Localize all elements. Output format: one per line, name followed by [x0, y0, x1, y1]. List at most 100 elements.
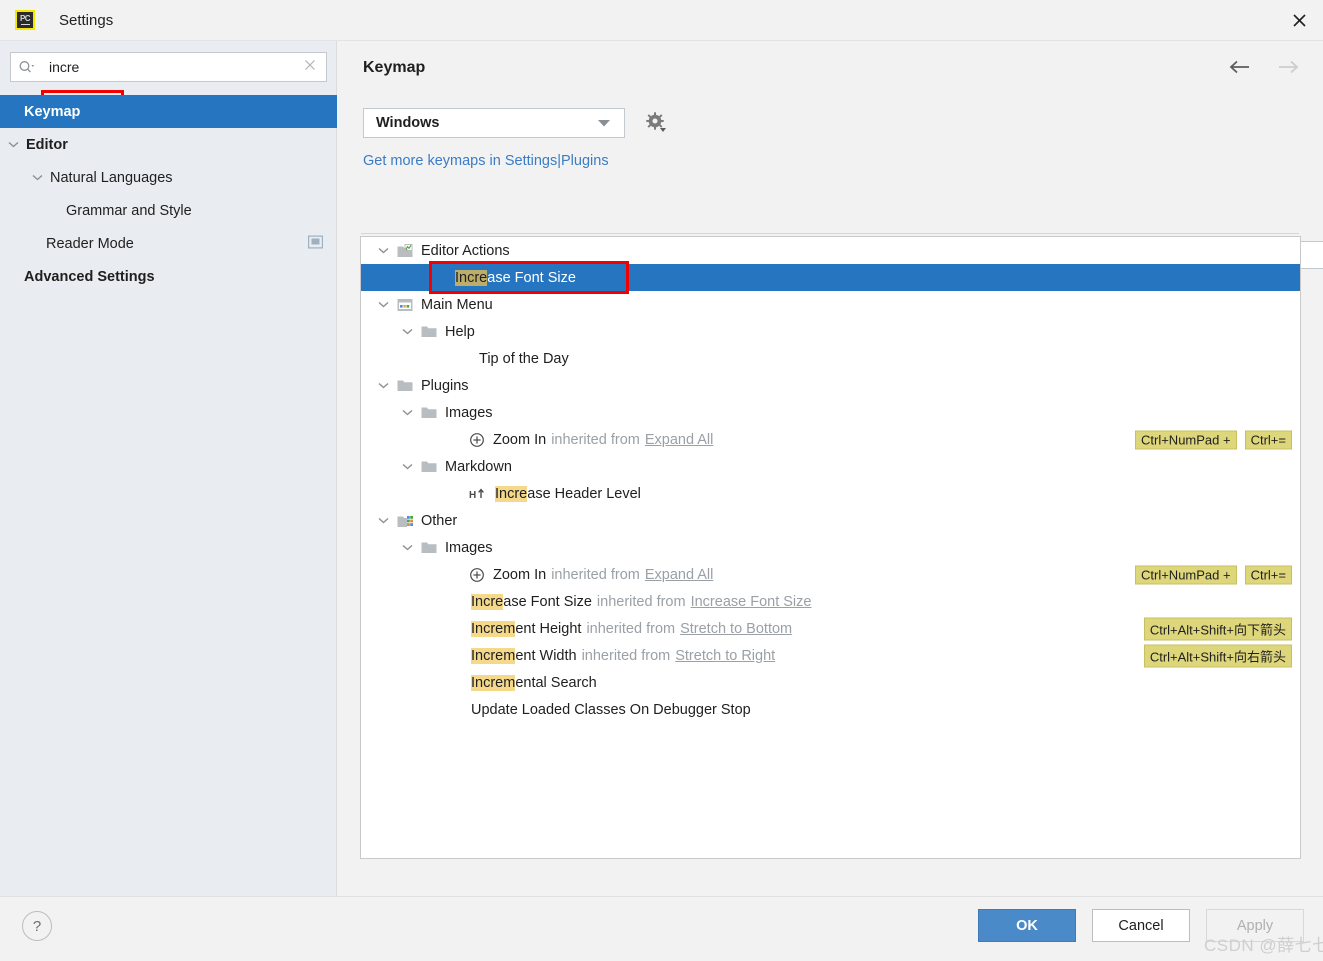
keymap-tree-row[interactable]: Zoom Ininherited fromExpand All Ctrl+NumP… [361, 561, 1300, 588]
chevron-down-icon[interactable] [399, 463, 415, 470]
help-button[interactable]: ? [22, 911, 52, 941]
sidebar-item-editor[interactable]: Editor [0, 128, 337, 161]
chevron-down-icon[interactable] [375, 301, 391, 308]
keymap-action-label: Zoom Ininherited fromExpand All [493, 567, 713, 583]
help-icon: ? [33, 918, 41, 935]
header-level-icon: H [469, 487, 487, 501]
page-title: Keymap [363, 59, 425, 77]
keymap-tree-row[interactable]: Other [361, 507, 1300, 534]
arrow-right-icon [1275, 59, 1301, 75]
keymap-settings-gear-button[interactable] [643, 109, 669, 135]
keymap-tree-row[interactable]: Images [361, 399, 1300, 426]
sidebar-search-box[interactable] [10, 52, 327, 82]
settings-sidebar: KeymapEditor Natural Languages Grammar and… [0, 41, 337, 896]
back-button[interactable] [1227, 59, 1253, 80]
keymap-tree-row[interactable]: Increase Font Size [361, 264, 1300, 291]
shortcut-list: Ctrl+Alt+Shift+向下箭头 [1144, 617, 1292, 640]
keymap-tree-row[interactable]: Update Loaded Classes On Debugger Stop [361, 696, 1300, 723]
shortcut-list: Ctrl+NumPad + Ctrl+= [1135, 430, 1292, 449]
keymap-tree-row[interactable]: HIncrease Header Level [361, 480, 1300, 507]
shortcut-badge: Ctrl+NumPad + [1135, 565, 1237, 584]
forward-button[interactable] [1275, 59, 1301, 80]
chevron-down-icon[interactable] [375, 517, 391, 524]
keymap-tree-row[interactable]: Plugins [361, 372, 1300, 399]
chevron-down-icon[interactable] [30, 174, 44, 181]
keymap-tree-row[interactable]: Zoom Ininherited fromExpand All Ctrl+NumP… [361, 426, 1300, 453]
chevron-down-icon [598, 114, 610, 132]
get-more-keymaps-link[interactable]: Get more keymaps in Settings [363, 153, 557, 169]
keymap-tree-row[interactable]: Help [361, 318, 1300, 345]
panel-icon [308, 235, 323, 252]
pycharm-icon: PC [15, 10, 35, 30]
keymap-tree-row[interactable]: Incremental Search [361, 669, 1300, 696]
folder-icon [421, 460, 437, 473]
keymap-tree-row[interactable]: Increment Widthinherited fromStretch to … [361, 642, 1300, 669]
shortcut-list: Ctrl+Alt+Shift+向右箭头 [1144, 644, 1292, 667]
keymap-action-label: Images [445, 540, 493, 556]
other-icon [397, 514, 413, 528]
chevron-down-icon[interactable] [6, 141, 20, 148]
keymap-actions-tree[interactable]: Editor Actions Increase Font Size Main Men… [360, 236, 1301, 859]
gear-icon [646, 112, 666, 132]
folder-icon [421, 325, 437, 338]
shortcut-badge: Ctrl+Alt+Shift+向下箭头 [1144, 617, 1292, 640]
sidebar-item-label: Advanced Settings [24, 269, 155, 285]
cancel-button[interactable]: Cancel [1092, 909, 1190, 942]
keymap-tree-row[interactable]: Main Menu [361, 291, 1300, 318]
sidebar-item-natural-languages[interactable]: Natural Languages [0, 161, 337, 194]
chevron-down-icon[interactable] [375, 382, 391, 389]
search-icon [18, 60, 35, 75]
chevron-down-icon[interactable] [399, 544, 415, 551]
keymap-tree-row[interactable]: Images [361, 534, 1300, 561]
clear-icon[interactable] [304, 58, 316, 76]
sidebar-item-reader-mode[interactable]: Reader Mode [0, 227, 337, 260]
sidebar-tree: KeymapEditor Natural Languages Grammar and… [0, 95, 337, 293]
navigation-arrows [1227, 59, 1301, 80]
shortcut-badge: Ctrl+Alt+Shift+向右箭头 [1144, 644, 1292, 667]
keymap-tree-row[interactable]: Increment Heightinherited fromStretch to… [361, 615, 1300, 642]
sidebar-item-grammar-and-style[interactable]: Grammar and Style [0, 194, 337, 227]
settings-dialog: PC Settings [0, 0, 1323, 961]
close-icon [1292, 13, 1307, 28]
keymap-action-label: Editor Actions [421, 243, 510, 259]
arrow-left-icon [1227, 59, 1253, 75]
sidebar-item-keymap[interactable]: Keymap [0, 95, 337, 128]
keymap-action-label: Tip of the Day [479, 351, 569, 367]
keymap-action-label: Update Loaded Classes On Debugger Stop [471, 702, 751, 718]
pycharm-icon-bar [21, 24, 30, 26]
sidebar-item-advanced-settings[interactable]: Advanced Settings [0, 260, 337, 293]
chevron-down-icon[interactable] [399, 328, 415, 335]
chevron-down-icon[interactable] [375, 247, 391, 254]
keymap-dropdown[interactable]: Windows [363, 108, 625, 138]
pycharm-icon-text: PC [20, 15, 30, 23]
shortcut-list: Ctrl+NumPad +Ctrl+= [1135, 565, 1292, 584]
keymap-tree-row[interactable]: Editor Actions [361, 237, 1300, 264]
zoom-in-icon [469, 432, 485, 448]
plugins-link[interactable]: Plugins [561, 153, 609, 169]
close-button[interactable] [1275, 0, 1323, 41]
keymap-action-label: Help [445, 324, 475, 340]
get-more-keymaps-line: Get more keymaps in Settings|Plugins [363, 153, 609, 169]
keymap-action-label: Increase Font Sizeinherited fromIncrease… [471, 594, 811, 610]
zoom-in-icon [469, 567, 485, 583]
sidebar-item-label: Natural Languages [50, 170, 173, 186]
keymap-action-label: Incremental Search [471, 675, 597, 691]
sidebar-search-input[interactable] [47, 58, 304, 76]
keymap-action-label: Zoom Ininherited fromExpand All [493, 432, 713, 448]
chevron-down-icon[interactable] [399, 409, 415, 416]
shortcut-badge: Ctrl+= [1245, 430, 1292, 449]
sidebar-item-label: Grammar and Style [66, 203, 192, 219]
keymap-action-label: Images [445, 405, 493, 421]
keymap-action-label: Increase Font Size [455, 270, 576, 286]
keymap-action-label: Markdown [445, 459, 512, 475]
shortcut-badge: Ctrl+NumPad + [1135, 430, 1237, 449]
keymap-tree-row[interactable]: Markdown [361, 453, 1300, 480]
keymap-tree-row[interactable]: Increase Font Sizeinherited fromIncrease… [361, 588, 1300, 615]
folder-icon [397, 379, 413, 392]
keymap-tree-row[interactable]: Tip of the Day [361, 345, 1300, 372]
sidebar-item-label: Reader Mode [46, 236, 134, 252]
editor-actions-icon [397, 244, 413, 258]
ok-button[interactable]: OK [978, 909, 1076, 942]
window-title: Settings [59, 12, 113, 29]
keymap-action-label: Plugins [421, 378, 469, 394]
